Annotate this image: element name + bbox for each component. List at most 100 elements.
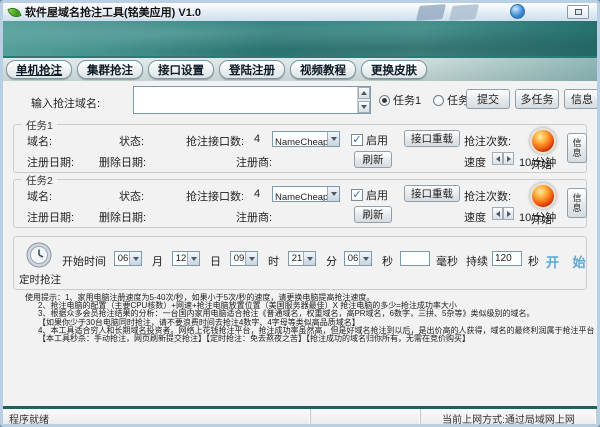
speed-stepper[interactable] [492,152,514,165]
registrar-select-value: NameCheap(启用 [273,132,327,146]
domain-input-scrollbar[interactable] [357,87,370,113]
radio-task1-label: 任务1 [393,92,421,108]
submit-button[interactable]: 提交 [466,89,510,109]
month-unit-label: 月 [152,253,163,269]
arrow-down-icon [361,105,367,109]
start-timer-link[interactable]: 开 始 定 时 [546,252,600,271]
start-button[interactable] [530,128,556,154]
usage-instructions: 使用提示：1、家用电脑注册速度为5-40次/秒，如果小于5次/秒的速度，请更换电… [25,294,597,343]
status-label: 状态: [119,133,144,149]
task-info-button[interactable]: 信息 [567,188,587,218]
chevron-down-icon [129,252,141,265]
info-button[interactable]: 信息 [564,89,600,109]
app-leaf-icon [7,5,21,19]
clock-icon [26,242,52,268]
refresh-button[interactable]: 刷新 [354,206,392,223]
second-select[interactable]: 06 [344,251,372,266]
registrar-label: 注册商: [236,209,272,225]
scroll-up-button[interactable] [358,87,370,99]
timer-icon-label: 定时抢注 [19,272,61,287]
header-banner [3,21,597,56]
arrow-left-icon[interactable] [492,152,503,165]
start-button-label: 开始 [531,212,552,227]
hour-select[interactable]: 09 [230,251,258,266]
interface-reload-button[interactable]: 接口重载 [404,185,460,202]
duration-unit-label: 秒 [528,253,539,269]
ports-value: 4 [254,188,260,200]
month-select-value: 06 [115,252,129,265]
tab-login-register[interactable]: 登陆注册 [219,60,285,79]
tab-single-grab[interactable]: 单机抢注 [6,60,72,79]
task1-groupbox: 任务1 域名: 状态: 抢注接口数: 4 NameCheap(启用 ✓ 启用 接… [13,124,587,173]
enable-checkbox[interactable]: ✓ 启用 [351,187,388,203]
enable-checkbox-label: 启用 [366,187,388,203]
radio-unselected-icon [433,95,444,106]
timer-groupbox: 定时抢注 开始时间 06 月 12 日 09 时 21 分 0 [13,236,587,290]
tab-video-tutorial[interactable]: 视频教程 [290,60,356,79]
ports-value: 4 [254,133,260,145]
status-middle-panel [311,409,421,427]
multitask-button[interactable]: 多任务 [515,89,559,109]
minute-select[interactable]: 21 [288,251,316,266]
tab-change-skin[interactable]: 更换皮肤 [361,60,427,79]
deldate-label: 删除日期: [99,154,146,170]
ports-label: 抢注接口数: [186,133,244,149]
app-window: 软件屋域名抢注工具(铭美应用) V1.0 单机抢注 集群抢注 接口设置 登陆注册… [0,0,600,427]
chevron-down-icon [327,132,339,146]
status-network-panel: 当前上网方式:通过局域网上网 [421,409,597,427]
refresh-button[interactable]: 刷新 [354,151,392,168]
status-ready-panel: 程序就绪 [3,409,311,427]
domain-label: 域名: [27,188,52,204]
window-title: 软件屋域名抢注工具(铭美应用) V1.0 [25,4,201,20]
check-icon: ✓ [352,135,361,145]
regdate-label: 注册日期: [27,209,74,225]
registrar-select[interactable]: NameCheap(启用 [272,186,340,202]
registrar-select[interactable]: NameCheap(启用 [272,131,340,147]
day-unit-label: 日 [210,253,221,269]
status-ready-text: 程序就绪 [9,411,49,426]
interface-reload-button[interactable]: 接口重载 [404,130,460,147]
scroll-down-button[interactable] [358,101,370,113]
minute-select-value: 21 [289,252,303,265]
start-button[interactable] [530,183,556,209]
task1-legend: 任务1 [22,118,57,133]
radio-task1[interactable]: 任务1 [379,92,421,108]
month-select[interactable]: 06 [114,251,142,266]
status-network-text: 当前上网方式:通过局域网上网 [442,411,575,426]
task2-groupbox: 任务2 域名: 状态: 抢注接口数: 4 NameCheap(启用 ✓ 启用 接… [13,179,587,228]
arrow-right-icon[interactable] [503,152,514,165]
domain-input-label: 输入抢注域名: [31,95,100,111]
chevron-down-icon [327,187,339,201]
ports-label: 抢注接口数: [186,188,244,204]
status-label: 状态: [119,188,144,204]
chevron-down-icon [359,252,371,265]
window-close-button[interactable] [567,5,589,19]
day-select-value: 12 [173,252,187,265]
windows-flag-decoration-icon [449,4,479,21]
day-select[interactable]: 12 [172,251,200,266]
radio-selected-icon [379,95,390,106]
enable-checkbox-label: 启用 [366,132,388,148]
tab-cluster-grab[interactable]: 集群抢注 [77,60,143,79]
chevron-down-icon [245,252,257,265]
task-info-button[interactable]: 信息 [567,133,587,163]
second-select-value: 06 [345,252,359,265]
domain-input[interactable] [133,86,371,114]
millisecond-unit-label: 毫秒 [436,253,458,269]
speed-stepper[interactable] [492,207,514,220]
task2-legend: 任务2 [22,173,57,188]
hour-select-value: 09 [231,252,245,265]
deldate-label: 删除日期: [99,209,146,225]
domain-input-row: 输入抢注域名: 任务1 任务2 提交 多任务 信息 [3,81,597,121]
tab-interface-settings[interactable]: 接口设置 [148,60,214,79]
start-button-label: 开始 [531,157,552,172]
status-bar: 程序就绪 当前上网方式:通过局域网上网 [3,409,597,427]
millisecond-input[interactable] [400,251,430,266]
arrow-left-icon[interactable] [492,207,503,220]
enable-checkbox[interactable]: ✓ 启用 [351,132,388,148]
instruction-line: 【本工具秒杀：手动抢注，网页刷新提交抢注】【定时抢注：免去熬夜之苦】【抢注成功的… [25,335,597,343]
tab-bar: 单机抢注 集群抢注 接口设置 登陆注册 视频教程 更换皮肤 [3,56,597,81]
arrow-right-icon[interactable] [503,207,514,220]
duration-input[interactable] [492,251,522,266]
arrow-up-icon [361,91,367,95]
